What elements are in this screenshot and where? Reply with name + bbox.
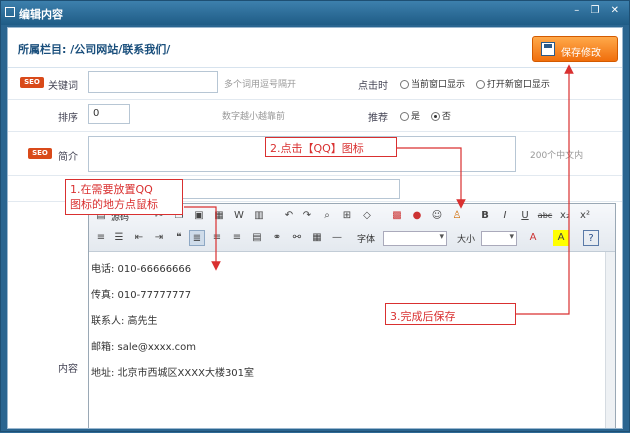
window-title: 编辑内容 (19, 8, 63, 21)
redo-icon[interactable]: ↷ (299, 208, 315, 224)
horizontal-rule-icon[interactable]: — (329, 230, 345, 246)
link-icon[interactable]: ⚭ (269, 230, 285, 246)
unlink-icon[interactable]: ⚯ (289, 230, 305, 246)
editor-line-contact: 联系人: 高先生 (91, 316, 158, 327)
paste-word-icon[interactable]: W (231, 208, 247, 224)
radio-recommend-no[interactable]: 否 (430, 112, 451, 122)
quote-icon[interactable]: ❝ (171, 230, 187, 246)
editor-line-address: 地址: 北京市西城区XXXX大楼301室 (91, 368, 255, 379)
align-center-icon[interactable]: ≡ (209, 230, 225, 246)
smiley-icon[interactable]: ☺ (429, 208, 445, 224)
unordered-list-icon[interactable]: ☰ (111, 230, 127, 246)
editor-content-area[interactable]: 电话: 010-66666666 传真: 010-77777777 联系人: 高… (89, 252, 615, 428)
save-button[interactable]: 保存修改 (532, 36, 618, 62)
order-value: 0 (93, 108, 100, 119)
keywords-input[interactable] (88, 71, 218, 93)
save-button-label: 保存修改 (561, 48, 601, 59)
underline-icon[interactable]: U (517, 208, 533, 224)
ordered-list-icon[interactable]: ≡ (93, 230, 109, 246)
row-order: 排序 0 数字越小越靠前 推荐 是 否 (8, 100, 622, 132)
radio-new-window-label: 打开新窗口显示 (486, 80, 550, 90)
select-all-icon[interactable]: ⊞ (339, 208, 355, 224)
rich-text-editor[interactable]: ▤ 源码 ✂ ❐ ▣ ▦ W ▥ ↶ ↷ ⌕ ⊞ ◇ ▩ ● ☺ ♙ B I U… (88, 203, 616, 428)
size-label: 大小 (457, 235, 476, 245)
order-label: 排序 (58, 113, 78, 124)
eraser-icon[interactable]: ◇ (359, 208, 375, 224)
radio-new-window[interactable]: 打开新窗口显示 (475, 80, 550, 90)
radio-new-window-circle[interactable] (475, 80, 485, 89)
floppy-disk-icon (541, 42, 555, 56)
editor-scrollbar[interactable] (605, 252, 615, 428)
callout-step3: 3.完成后保存 (385, 303, 516, 325)
summary-hint: 200个中文内 (530, 151, 584, 161)
superscript-icon[interactable]: x² (577, 208, 593, 224)
order-input[interactable]: 0 (88, 104, 130, 124)
callout-step2: 2.点击【QQ】图标 (265, 137, 397, 157)
breadcrumb: 所属栏目: /公司网站/联系我们/ (18, 43, 171, 56)
radio-recommend-no-circle[interactable] (430, 112, 440, 121)
indent-icon[interactable]: ⇥ (151, 230, 167, 246)
window-controls[interactable]: – ❐ ✕ (574, 5, 623, 16)
font-label: 字体 (357, 235, 376, 245)
image-icon[interactable]: ▩ (389, 208, 405, 224)
toolbar-row-2: ≡ ☰ ⇤ ⇥ ❝ ≣ ≡ ≡ ▤ ⚭ ⚯ ▦ — 字体 大小 (93, 228, 613, 248)
row-keywords: SEO 关键词 多个词用逗号隔开 点击时 当前窗口显示 打开新窗口显示 (8, 68, 622, 100)
keywords-label: 关键词 (48, 81, 78, 92)
editor-window: 编辑内容 – ❐ ✕ 所属栏目: /公司网站/联系我们/ 保存修改 SEO 关键… (0, 0, 630, 432)
radio-recommend-no-label: 否 (441, 112, 451, 122)
outdent-icon[interactable]: ⇤ (131, 230, 147, 246)
italic-icon[interactable]: I (497, 208, 513, 224)
radio-recommend-yes-circle[interactable] (400, 112, 409, 121)
align-left-icon[interactable]: ≣ (189, 230, 205, 246)
seo-badge-summary-icon: SEO (28, 148, 52, 159)
order-hint: 数字越小越靠前 (222, 112, 286, 122)
recommend-label: 推荐 (368, 113, 388, 124)
radio-recommend-yes-label: 是 (411, 112, 421, 122)
radio-current-window[interactable]: 当前窗口显示 (400, 80, 465, 90)
radio-current-window-label: 当前窗口显示 (411, 80, 466, 90)
callout-step1: 1.在需要放置QQ 图标的地方点鼠标 (65, 179, 183, 215)
find-icon[interactable]: ⌕ (319, 208, 335, 224)
qq-icon[interactable]: ♙ (449, 208, 465, 224)
print-icon[interactable]: ▥ (251, 208, 267, 224)
content-label: 内容 (58, 364, 78, 375)
editor-line-fax: 传真: 010-77777777 (91, 290, 192, 301)
paste-text-icon[interactable]: ▦ (211, 208, 227, 224)
font-select[interactable] (383, 231, 447, 246)
radio-current-window-circle[interactable] (400, 80, 409, 89)
paste-icon[interactable]: ▣ (191, 208, 207, 224)
summary-label: 简介 (58, 152, 78, 163)
flash-icon[interactable]: ● (409, 208, 425, 224)
table-icon[interactable]: ▦ (309, 230, 325, 246)
recommend-radio-group: 是 否 (400, 109, 459, 122)
header: 所属栏目: /公司网站/联系我们/ 保存修改 (8, 28, 622, 68)
keywords-hint: 多个词用逗号隔开 (224, 80, 297, 90)
radio-recommend-yes[interactable]: 是 (400, 112, 420, 122)
bold-icon[interactable]: B (477, 208, 493, 224)
clicks-label: 点击时 (358, 81, 388, 92)
subscript-icon[interactable]: x₂ (557, 208, 573, 224)
window-icon (5, 7, 15, 17)
title-bar: 编辑内容 – ❐ ✕ (1, 1, 629, 25)
help-icon[interactable]: ? (583, 230, 599, 246)
content-panel: 所属栏目: /公司网站/联系我们/ 保存修改 SEO 关键词 多个词用逗号隔开 … (7, 27, 623, 429)
background-color-icon[interactable]: A (553, 230, 569, 246)
justify-icon[interactable]: ▤ (249, 230, 265, 246)
undo-icon[interactable]: ↶ (281, 208, 297, 224)
editor-line-email: 邮箱: sale@xxxx.com (91, 342, 197, 353)
align-right-icon[interactable]: ≡ (229, 230, 245, 246)
text-color-icon[interactable]: A (525, 230, 541, 246)
editor-line-phone: 电话: 010-66666666 (91, 264, 192, 275)
size-select[interactable] (481, 231, 517, 246)
strikethrough-icon[interactable]: abc (537, 208, 553, 224)
clicks-radio-group: 当前窗口显示 打开新窗口显示 (400, 77, 558, 90)
